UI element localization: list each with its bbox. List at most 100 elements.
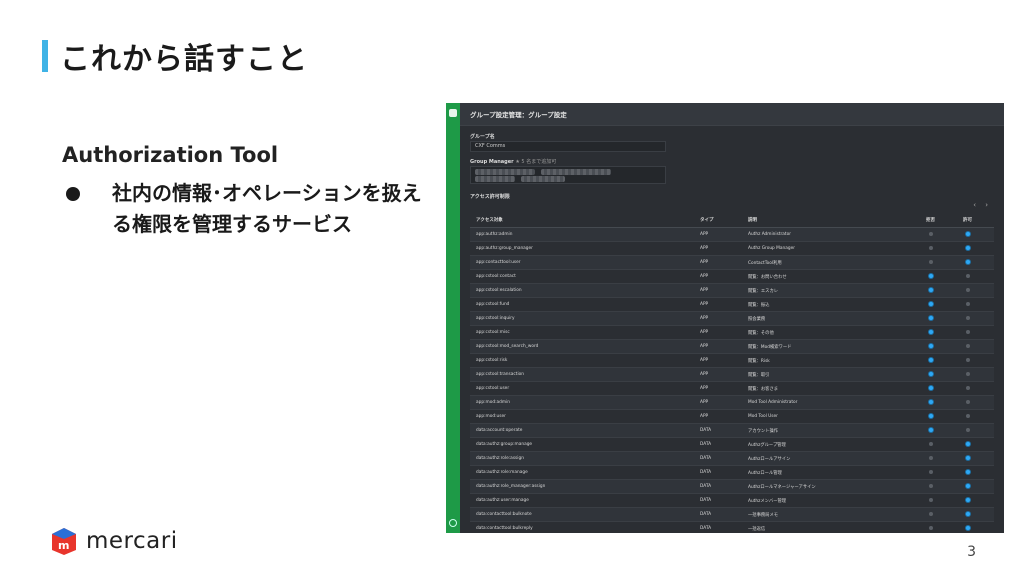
col-deny: 拒否 [926, 218, 935, 223]
allow-radio[interactable] [966, 484, 970, 488]
deny-radio[interactable] [929, 358, 933, 362]
row-target: app:cstool:risk [476, 358, 508, 363]
row-target: app:mod:user [476, 414, 506, 419]
slide-subtitle: Authorization Tool [62, 143, 279, 167]
row-target: data:contacttool:bulkreply [476, 526, 533, 531]
table-row: data:contacttool:bulkreply DATA 一括返信 [470, 522, 994, 533]
mercari-logo: m mercari [48, 526, 178, 556]
deny-radio[interactable] [929, 260, 933, 264]
row-type: APP [700, 330, 709, 335]
row-type: APP [700, 400, 709, 405]
row-desc: 閲覧：Risk [748, 359, 770, 364]
deny-radio[interactable] [929, 372, 933, 376]
allow-radio[interactable] [966, 456, 970, 460]
allow-radio[interactable] [966, 246, 970, 250]
allow-radio[interactable] [966, 302, 970, 306]
redacted-text [521, 176, 565, 182]
allow-radio[interactable] [966, 428, 970, 432]
deny-radio[interactable] [929, 414, 933, 418]
row-type: APP [700, 316, 709, 321]
allow-radio[interactable] [966, 344, 970, 348]
deny-radio[interactable] [929, 316, 933, 320]
app-header: グループ設定管理：グループ設定 [460, 103, 1004, 126]
table-row: data:authz:role:assign DATA Authzロールアサイン [470, 452, 994, 466]
table-row: app:cstool:misc APP 閲覧：その他 [470, 326, 994, 340]
allow-radio[interactable] [966, 288, 970, 292]
group-manager-label: Group Manager ★ 5 名まで追加可 [470, 158, 556, 165]
deny-radio[interactable] [929, 232, 933, 236]
deny-radio[interactable] [929, 386, 933, 390]
row-target: app:cstool:misc [476, 330, 510, 335]
deny-radio[interactable] [929, 428, 933, 432]
allow-radio[interactable] [966, 498, 970, 502]
row-desc: Authzグループ管理 [748, 443, 786, 448]
allow-radio[interactable] [966, 470, 970, 474]
settings-icon[interactable] [449, 519, 457, 527]
col-desc: 説明 [748, 218, 757, 223]
row-desc: 一括事務局メモ [748, 513, 779, 518]
allow-radio[interactable] [966, 316, 970, 320]
row-type: APP [700, 232, 709, 237]
row-target: data:authz:group:manage [476, 442, 533, 447]
row-type: DATA [700, 470, 712, 475]
pager-next-icon[interactable]: › [985, 201, 988, 209]
row-type: DATA [700, 526, 712, 531]
row-target: data:authz:role_manager:assign [476, 484, 546, 489]
app-logo-icon[interactable] [449, 109, 457, 117]
deny-radio[interactable] [929, 246, 933, 250]
row-desc: アカウント操作 [748, 429, 779, 434]
table-row: data:contacttool:bulknote DATA 一括事務局メモ [470, 508, 994, 522]
row-desc: Mod Tool User [748, 414, 778, 419]
access-table: アクセス対象 タイプ 説明 拒否 許可 app:authz:admin APP Au… [470, 215, 994, 533]
deny-radio[interactable] [929, 470, 933, 474]
allow-radio[interactable] [966, 386, 970, 390]
allow-radio[interactable] [966, 512, 970, 516]
redacted-text [475, 169, 535, 175]
row-type: APP [700, 246, 709, 251]
group-manager-input[interactable] [470, 166, 666, 184]
row-target: app:cstool:transaction [476, 372, 524, 377]
deny-radio[interactable] [929, 498, 933, 502]
deny-radio[interactable] [929, 302, 933, 306]
allow-radio[interactable] [966, 260, 970, 264]
allow-radio[interactable] [966, 442, 970, 446]
row-target: app:authz:admin [476, 232, 513, 237]
allow-radio[interactable] [966, 400, 970, 404]
deny-radio[interactable] [929, 330, 933, 334]
group-name-input[interactable]: CXF Comms [470, 141, 666, 152]
deny-radio[interactable] [929, 442, 933, 446]
redacted-text [475, 176, 515, 182]
deny-radio[interactable] [929, 526, 933, 530]
redacted-text [541, 169, 611, 175]
allow-radio[interactable] [966, 414, 970, 418]
allow-radio[interactable] [966, 274, 970, 278]
deny-radio[interactable] [929, 274, 933, 278]
table-row: app:cstool:user APP 閲覧：お客さま [470, 382, 994, 396]
deny-radio[interactable] [929, 344, 933, 348]
row-target: app:cstool:inquiry [476, 316, 515, 321]
table-row: app:cstool:inquiry APP 照会業務 [470, 312, 994, 326]
allow-radio[interactable] [966, 358, 970, 362]
deny-radio[interactable] [929, 456, 933, 460]
deny-radio[interactable] [929, 400, 933, 404]
allow-radio[interactable] [966, 232, 970, 236]
allow-radio[interactable] [966, 526, 970, 530]
allow-radio[interactable] [966, 330, 970, 334]
table-header: アクセス対象 タイプ 説明 拒否 許可 [470, 215, 994, 228]
deny-radio[interactable] [929, 484, 933, 488]
row-type: APP [700, 274, 709, 279]
deny-radio[interactable] [929, 512, 933, 516]
slide-title: これから話すこと [60, 42, 308, 77]
row-desc: Mod Tool Administrator [748, 400, 798, 405]
bullet-dot [66, 187, 80, 201]
row-type: DATA [700, 512, 712, 517]
row-desc: 一括返信 [748, 527, 766, 532]
pager-prev-icon[interactable]: ‹ [973, 201, 976, 209]
col-type: タイプ [700, 218, 714, 223]
row-desc: 閲覧：エスカレ [748, 289, 779, 294]
deny-radio[interactable] [929, 288, 933, 292]
allow-radio[interactable] [966, 372, 970, 376]
row-type: APP [700, 372, 709, 377]
row-desc: 閲覧：お客さま [748, 387, 779, 392]
table-row: data:authz:group:manage DATA Authzグループ管理 [470, 438, 994, 452]
